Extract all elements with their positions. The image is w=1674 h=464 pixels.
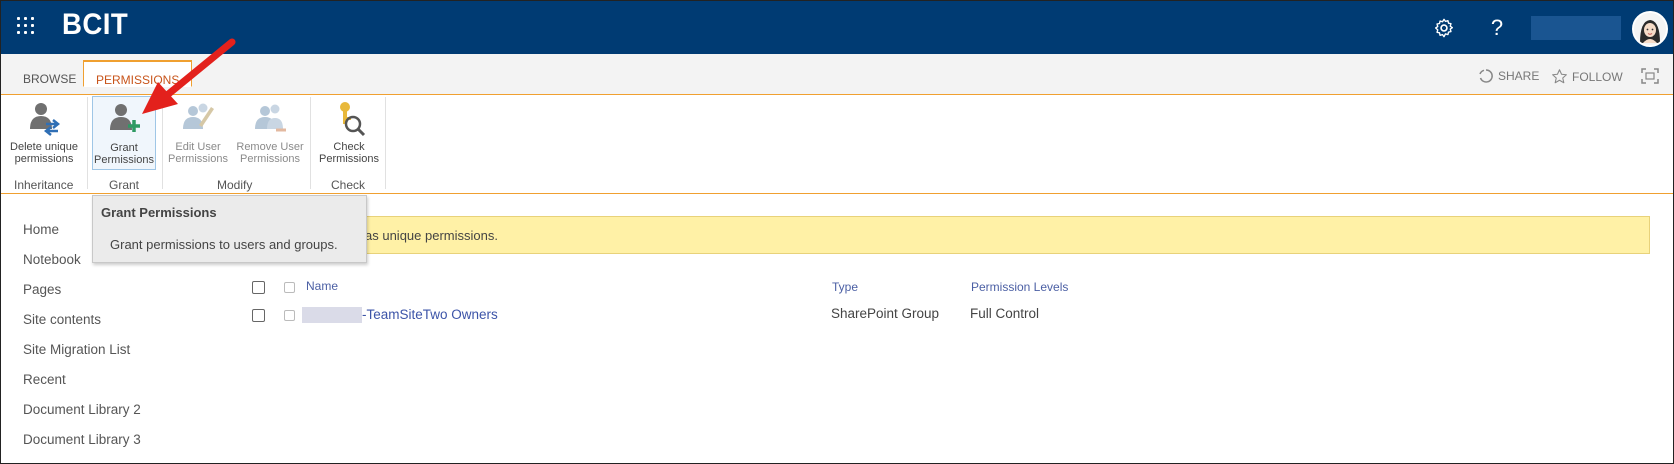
delete-unique-permissions-icon: [24, 99, 64, 139]
avatar[interactable]: [1632, 11, 1668, 47]
app-launcher-icon[interactable]: [17, 17, 37, 37]
group-type: SharePoint Group: [831, 306, 940, 321]
group-label-modify: Modify: [217, 178, 253, 192]
nav-item-home[interactable]: Home: [23, 222, 59, 237]
follow-label: FOLLOW: [1572, 69, 1623, 84]
row-item-checkbox[interactable]: [284, 310, 295, 321]
share-icon: [1479, 69, 1493, 83]
button-label-line2: Permissions: [319, 153, 379, 165]
group-name-redacted: [302, 307, 362, 323]
annotation-arrow-icon: [142, 38, 236, 114]
button-label-line1: Edit User: [175, 141, 221, 153]
button-label-line2: Permissions: [94, 154, 154, 166]
button-label-line1: Remove User: [236, 141, 304, 153]
button-label-line1: Delete unique: [10, 141, 78, 153]
grant-permissions-tooltip: Grant Permissions Grant permissions to u…: [92, 195, 367, 263]
nav-item-document-library-2[interactable]: Document Library 2: [23, 402, 141, 417]
group-permission-level: Full Control: [970, 306, 1040, 321]
check-permissions-button[interactable]: Check Permissions: [317, 99, 381, 165]
ribbon: Delete unique permissions Grant Permissi…: [1, 95, 1673, 194]
follow-button[interactable]: FOLLOW: [1551, 68, 1623, 85]
tooltip-body: Grant permissions to users and groups.: [110, 237, 338, 252]
remove-user-permissions-icon: [250, 99, 290, 139]
button-label-line2: Permissions: [168, 153, 228, 165]
tab-browse[interactable]: BROWSE: [11, 65, 88, 93]
delete-unique-permissions-button[interactable]: Delete unique permissions: [6, 99, 82, 165]
group-divider: [87, 97, 88, 189]
column-header-type[interactable]: Type: [832, 280, 858, 294]
column-header-permission-levels[interactable]: Permission Levels: [971, 280, 1068, 294]
remove-user-permissions-button[interactable]: Remove User Permissions: [234, 99, 306, 165]
group-divider: [310, 97, 311, 189]
group-label-inheritance: Inheritance: [14, 178, 74, 192]
button-label-line1: Check: [333, 141, 365, 153]
grant-permissions-icon: [104, 100, 144, 140]
ribbon-tab-row: BROWSE PERMISSIONS SHARE FOLLOW: [1, 54, 1673, 95]
status-message-text: as unique permissions.: [365, 228, 498, 243]
header-item-checkbox[interactable]: [284, 282, 295, 293]
help-icon[interactable]: ?: [1482, 13, 1512, 43]
status-message-bar: as unique permissions.: [239, 216, 1650, 254]
nav-item-site-migration-list[interactable]: Site Migration List: [23, 342, 130, 357]
row-checkbox[interactable]: [252, 309, 265, 322]
share-button[interactable]: SHARE: [1478, 68, 1539, 84]
focus-on-content-icon[interactable]: [1641, 68, 1659, 84]
button-label-line2: Permissions: [240, 153, 300, 165]
nav-item-site-contents[interactable]: Site contents: [23, 312, 101, 327]
nav-item-recent[interactable]: Recent: [23, 372, 66, 387]
group-name-link[interactable]: -TeamSiteTwo Owners: [362, 307, 498, 322]
suite-bar: BCIT ?: [1, 1, 1673, 54]
column-header-name[interactable]: Name: [306, 279, 338, 293]
group-label-grant: Grant: [109, 178, 140, 192]
button-label-line1: Grant: [110, 142, 138, 154]
select-all-checkbox[interactable]: [252, 281, 265, 294]
tooltip-title: Grant Permissions: [101, 205, 217, 220]
nav-item-pages[interactable]: Pages: [23, 282, 61, 297]
gear-icon[interactable]: [1429, 13, 1459, 43]
group-label-check: Check: [331, 178, 366, 192]
star-icon: [1552, 69, 1567, 84]
brand-logo[interactable]: BCIT: [62, 8, 128, 42]
check-permissions-icon: [329, 99, 369, 139]
group-divider: [385, 97, 386, 189]
nav-item-notebook[interactable]: Notebook: [23, 252, 81, 267]
button-label-line2: permissions: [14, 153, 74, 165]
share-label: SHARE: [1498, 69, 1540, 83]
user-name-redacted[interactable]: [1531, 16, 1621, 40]
nav-item-document-library-3[interactable]: Document Library 3: [23, 432, 141, 447]
